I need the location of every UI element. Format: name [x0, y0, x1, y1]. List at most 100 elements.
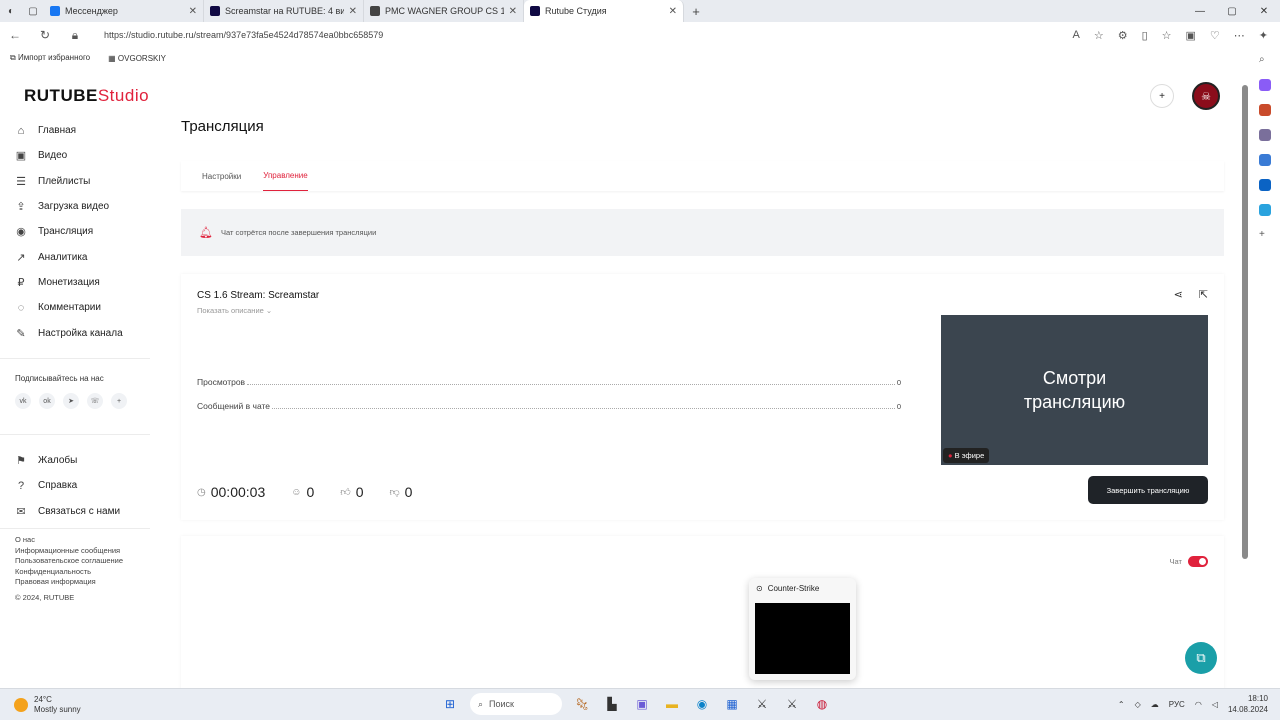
sidebar-item-analytics[interactable]: ↗ Аналитика	[14, 244, 164, 269]
volume-icon[interactable]: ◁	[1212, 700, 1218, 709]
open-external-icon[interactable]: ⇱	[1199, 288, 1208, 301]
profile-icon[interactable]: ◐	[0, 0, 22, 22]
window-preview[interactable]	[755, 603, 850, 674]
favorites-icon[interactable]: ☆	[1162, 29, 1172, 42]
back-icon[interactable]: ←	[0, 28, 30, 42]
wifi-icon[interactable]: ◠	[1195, 700, 1202, 709]
browser-tab-messenger[interactable]: Мессенджер ✕	[44, 0, 204, 22]
footer-link[interactable]: Информационные сообщения	[15, 546, 123, 557]
chat-app-icon[interactable]: ▣	[632, 693, 652, 715]
footer-link[interactable]: Конфиденциальность	[15, 567, 123, 578]
url-field[interactable]: https://studio.rutube.ru/stream/937e73fa…	[104, 30, 1072, 40]
search-icon[interactable]: ⌕	[1259, 54, 1271, 66]
bookmark-import[interactable]: ⧉ Импорт избранного	[10, 53, 90, 63]
tab-actions-icon[interactable]: ▢	[22, 0, 44, 22]
sidebar-item-home[interactable]: ⌂ Главная	[14, 118, 164, 143]
clock[interactable]: 18:10 14.08.2024	[1228, 693, 1268, 715]
vk-icon[interactable]: vk	[15, 393, 31, 409]
outlook-icon[interactable]	[1259, 179, 1271, 191]
tab-management[interactable]: Управление	[263, 161, 308, 191]
lock-icon[interactable]: 🔒︎	[60, 28, 90, 43]
counter-strike-app-icon[interactable]: ⚔	[752, 693, 772, 715]
sidebar-item-upload[interactable]: ⇪ Загрузка видео	[14, 194, 164, 219]
footer-link[interactable]: Пользовательское соглашение	[15, 556, 123, 567]
logo-studio: Studio	[97, 86, 150, 105]
user-icon: ☺	[291, 486, 302, 498]
toggle-switch[interactable]	[1188, 556, 1208, 567]
language-indicator[interactable]: РУС	[1169, 700, 1185, 709]
shopping-icon[interactable]	[1259, 79, 1271, 91]
sidebar-item-help[interactable]: ? Справка	[14, 473, 164, 498]
close-tab-icon[interactable]: ✕	[189, 6, 197, 17]
share-icon[interactable]: ⋖	[1174, 288, 1183, 301]
settings-icon: ✎	[16, 327, 26, 340]
browser-tab-wagner[interactable]: PMC WAGNER GROUP CS 1.6 - f ✕	[364, 0, 524, 22]
onedrive-icon[interactable]: ☁	[1151, 700, 1159, 709]
opera-icon[interactable]: ◍	[812, 693, 832, 715]
telegram-icon[interactable]	[1259, 204, 1271, 216]
more-socials-icon[interactable]: +	[111, 393, 127, 409]
sidebar-item-video[interactable]: ▣ Видео	[14, 143, 164, 168]
close-tab-icon[interactable]: ✕	[509, 6, 517, 17]
avatar[interactable]: ☠	[1192, 82, 1220, 110]
extensions-icon[interactable]: ⚙	[1118, 29, 1128, 42]
file-explorer-icon[interactable]: ▬	[662, 693, 682, 715]
sidebar-item-channel-settings[interactable]: ✎ Настройка канала	[14, 320, 164, 345]
taskbar-thumbnail-popup[interactable]: ⊙ Counter-Strike	[749, 578, 856, 680]
chevron-up-icon[interactable]: ⌃	[1118, 700, 1125, 709]
footer-link[interactable]: О нас	[15, 535, 123, 546]
sidebar-item-contact[interactable]: ✉ Связаться с нами	[14, 499, 164, 524]
stream-preview[interactable]: Смотри трансляцию ● В эфире	[941, 315, 1208, 465]
telegram-icon[interactable]: ➤	[63, 393, 79, 409]
viber-icon[interactable]: ☏	[87, 393, 103, 409]
maximize-icon[interactable]: ▢	[1216, 0, 1248, 22]
close-tab-icon[interactable]: ✕	[669, 6, 677, 17]
support-chat-button[interactable]: ⧉	[1185, 642, 1217, 674]
sidebar-item-complaints[interactable]: ⚑ Жалобы	[14, 448, 164, 473]
favorite-star-icon[interactable]: ☆	[1094, 29, 1104, 42]
address-bar-row: ← ↻ 🔒︎ https://studio.rutube.ru/stream/9…	[0, 22, 1280, 48]
sidebar-item-broadcast[interactable]: ◉ Трансляция	[14, 219, 164, 244]
add-content-icon[interactable]: +	[1150, 84, 1174, 108]
add-icon[interactable]: +	[1259, 229, 1271, 241]
counter-strike-app-icon[interactable]: ⚔	[782, 693, 802, 715]
split-screen-icon[interactable]: ▯	[1142, 29, 1148, 42]
minimize-icon[interactable]: —	[1184, 0, 1216, 22]
task-view-icon[interactable]: ▙	[602, 693, 622, 715]
copilot-icon[interactable]: ✦	[1259, 29, 1268, 42]
browser-tab-screamstar[interactable]: Screamstar на RUTUBE: 4 видео ✕	[204, 0, 364, 22]
scrollbar-thumb[interactable]	[1242, 85, 1248, 559]
page-scrollbar[interactable]	[1242, 70, 1248, 686]
taskbar-search[interactable]: ⌕ Поиск	[470, 693, 562, 715]
chat-toggle[interactable]: Чат	[1170, 556, 1208, 567]
browser-tab-rutube-studio[interactable]: Rutube Студия ✕	[524, 0, 684, 22]
rutube-studio-logo[interactable]: RUTUBEStudio	[24, 86, 149, 106]
refresh-icon[interactable]: ↻	[30, 28, 60, 42]
windows-start-icon[interactable]: ⊞	[440, 693, 460, 715]
close-window-icon[interactable]: ✕	[1248, 0, 1280, 22]
new-tab-button[interactable]: +	[684, 4, 708, 19]
ok-icon[interactable]: ok	[39, 393, 55, 409]
close-tab-icon[interactable]: ✕	[349, 6, 357, 17]
bookmark-ovgorskiy[interactable]: ▦ OVGORSKIY	[108, 54, 166, 63]
network-icon[interactable]: ◇	[1135, 700, 1141, 709]
end-stream-button[interactable]: Завершить трансляцию	[1088, 476, 1208, 504]
tools-icon[interactable]	[1259, 104, 1271, 116]
show-description-link[interactable]: Показать описание ⌄	[197, 306, 272, 315]
more-icon[interactable]: ⋯	[1234, 29, 1245, 42]
sidebar-item-comments[interactable]: ◌ Комментарии	[14, 295, 164, 320]
browser-essentials-icon[interactable]: ♡	[1210, 29, 1220, 42]
weather-widget[interactable]: 24°C Mostly sunny	[14, 695, 81, 715]
sidebar-item-monetization[interactable]: ₽ Монетизация	[14, 270, 164, 295]
help-nav: ⚑ Жалобы ? Справка ✉ Связаться с нами	[14, 448, 164, 524]
office-icon[interactable]	[1259, 154, 1271, 166]
store-icon[interactable]: ▦	[722, 693, 742, 715]
read-aloud-icon[interactable]: A	[1072, 29, 1079, 42]
edge-icon[interactable]: ◉	[692, 693, 712, 715]
games-icon[interactable]	[1259, 129, 1271, 141]
collections-icon[interactable]: ▣	[1186, 29, 1196, 42]
tab-settings[interactable]: Настройки	[202, 161, 241, 191]
footer-link[interactable]: Правовая информация	[15, 577, 123, 588]
search-highlight-icon[interactable]: 🦎︎	[572, 693, 592, 715]
sidebar-item-playlists[interactable]: ☰ Плейлисты	[14, 169, 164, 194]
